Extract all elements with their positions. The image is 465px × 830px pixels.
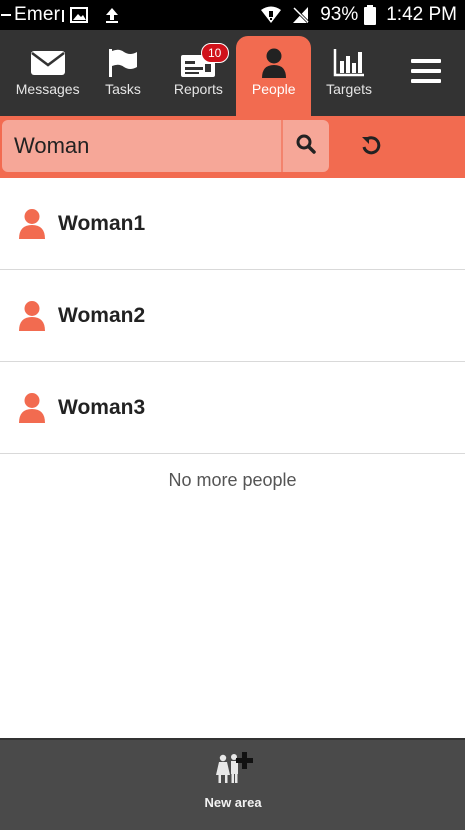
reports-badge: 10 bbox=[200, 43, 229, 63]
new-area-icon bbox=[212, 750, 254, 789]
tab-messages[interactable]: Messages bbox=[10, 30, 85, 116]
search-button[interactable] bbox=[283, 120, 329, 172]
status-left: Emer bbox=[0, 4, 126, 26]
tab-targets[interactable]: Targets bbox=[311, 30, 386, 116]
list-item[interactable]: Woman2 bbox=[0, 270, 465, 362]
person-name: Woman1 bbox=[58, 211, 146, 235]
new-area-label: New area bbox=[204, 795, 262, 810]
search-icon bbox=[296, 134, 316, 159]
tab-targets-label: Targets bbox=[326, 81, 372, 97]
menu-button[interactable] bbox=[387, 30, 465, 116]
battery-percent: 93% bbox=[320, 4, 359, 25]
bottom-bar: New area bbox=[0, 738, 465, 830]
image-icon bbox=[68, 7, 90, 23]
list-end-message: No more people bbox=[168, 470, 297, 490]
envelope-icon bbox=[30, 48, 65, 78]
no-signal-icon bbox=[292, 6, 310, 24]
search-bar: Woman bbox=[0, 116, 465, 178]
tab-reports-label: Reports bbox=[173, 81, 223, 97]
tab-reports[interactable]: 10 Reports bbox=[161, 30, 236, 116]
search-input[interactable]: Woman bbox=[2, 120, 329, 172]
tab-messages-label: Messages bbox=[15, 81, 80, 97]
people-list: Woman1 Woman2 Woman3 No more people bbox=[0, 178, 465, 491]
person-icon bbox=[18, 208, 46, 240]
person-icon bbox=[18, 300, 46, 332]
status-right: 93% 1:42 PM bbox=[260, 0, 457, 30]
reset-icon bbox=[361, 135, 381, 160]
tab-tasks-label: Tasks bbox=[105, 81, 141, 97]
person-icon bbox=[261, 48, 287, 78]
wifi-icon bbox=[260, 6, 282, 24]
tab-people-label: People bbox=[251, 81, 296, 97]
person-name: Woman2 bbox=[58, 303, 146, 327]
reset-button[interactable] bbox=[356, 133, 386, 161]
list-item[interactable]: Woman3 bbox=[0, 362, 465, 454]
search-input-value[interactable]: Woman bbox=[2, 133, 281, 159]
clock: 1:42 PM bbox=[386, 4, 457, 25]
top-nav: Messages Tasks 10 Reports People Targets bbox=[0, 30, 465, 116]
dash-icon bbox=[0, 13, 12, 17]
flag-icon bbox=[107, 48, 139, 78]
person-icon bbox=[18, 392, 46, 424]
search-divider bbox=[281, 120, 283, 172]
partial-char-icon bbox=[60, 6, 68, 24]
tab-tasks[interactable]: Tasks bbox=[85, 30, 160, 116]
status-bar: Emer 93% 1:42 PM bbox=[0, 0, 465, 30]
bar-chart-icon bbox=[333, 48, 365, 78]
list-item[interactable]: Woman1 bbox=[0, 178, 465, 270]
tab-people[interactable]: People bbox=[236, 36, 312, 116]
battery-icon bbox=[364, 5, 377, 25]
new-area-button[interactable]: New area bbox=[193, 750, 273, 810]
hamburger-menu-icon bbox=[410, 58, 441, 88]
person-name: Woman3 bbox=[58, 395, 146, 419]
upload-icon bbox=[98, 6, 126, 24]
notification-text: Emer bbox=[14, 4, 61, 25]
